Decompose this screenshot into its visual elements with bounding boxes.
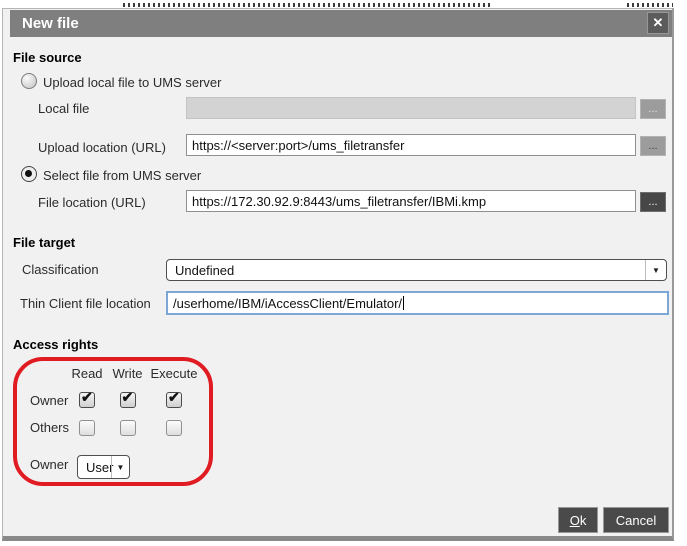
background-clipped-text — [123, 3, 491, 7]
file-source-heading: File source — [13, 50, 82, 65]
new-file-dialog: New file ✕ File source Upload local file… — [2, 8, 674, 541]
checkbox-others-execute[interactable] — [166, 419, 182, 436]
access-rights-heading: Access rights — [13, 337, 99, 352]
upload-location-browse-button[interactable]: ... — [640, 136, 666, 156]
upload-location-label: Upload location (URL) — [38, 140, 166, 155]
cancel-button-label: Cancel — [615, 512, 657, 528]
close-icon[interactable]: ✕ — [647, 12, 669, 34]
checkbox-owner-read[interactable] — [79, 389, 95, 408]
file-location-browse-button[interactable]: ... — [640, 192, 666, 212]
local-file-browse-button[interactable]: ... — [640, 99, 666, 119]
access-rights-grid: Read Write Execute Owner Others — [30, 361, 200, 441]
row-label-others: Others — [30, 420, 70, 435]
select-from-ums-radio-label[interactable]: Select file from UMS server — [43, 168, 201, 183]
upload-location-input[interactable] — [186, 134, 636, 156]
thin-client-file-location-input[interactable]: /userhome/IBM/iAccessClient/Emulator/ — [166, 291, 669, 315]
local-file-input — [186, 97, 636, 119]
classification-value: Undefined — [175, 262, 235, 278]
classification-label: Classification — [22, 262, 99, 277]
checkbox-owner-write[interactable] — [119, 389, 136, 408]
thin-client-file-location-label: Thin Client file location — [20, 296, 151, 311]
checkbox-owner-execute[interactable] — [166, 389, 182, 408]
chevron-down-icon[interactable]: ▼ — [111, 456, 129, 478]
checkbox-others-write[interactable] — [119, 419, 136, 436]
file-target-heading: File target — [13, 235, 76, 250]
column-header-read: Read — [71, 366, 103, 381]
ok-button[interactable]: Ok — [558, 507, 598, 533]
ok-button-label: Ok — [569, 512, 587, 528]
file-location-input[interactable] — [186, 190, 636, 212]
text-caret — [403, 296, 405, 310]
local-file-label: Local file — [38, 101, 90, 116]
file-location-label: File location (URL) — [38, 195, 146, 210]
upload-local-radio[interactable] — [21, 73, 37, 89]
row-label-owner: Owner — [30, 392, 69, 408]
owner-select-label: Owner — [30, 457, 69, 472]
column-header-write: Write — [112, 366, 143, 381]
classification-select[interactable]: Undefined ▼ — [166, 259, 667, 281]
upload-local-radio-label[interactable]: Upload local file to UMS server — [43, 75, 221, 90]
select-from-ums-radio[interactable] — [21, 166, 37, 182]
owner-select[interactable]: User ▼ — [77, 455, 130, 479]
owner-select-value: User — [86, 459, 114, 475]
thin-client-file-location-value: /userhome/IBM/iAccessClient/Emulator/ — [173, 295, 403, 311]
dialog-title: New file — [22, 15, 79, 32]
checkbox-others-read[interactable] — [79, 419, 95, 436]
cancel-button[interactable]: Cancel — [603, 507, 669, 533]
chevron-down-icon[interactable]: ▼ — [645, 260, 666, 280]
background-clipped-text — [627, 3, 673, 7]
dialog-titlebar: New file ✕ — [10, 10, 672, 37]
column-header-execute: Execute — [150, 366, 198, 381]
